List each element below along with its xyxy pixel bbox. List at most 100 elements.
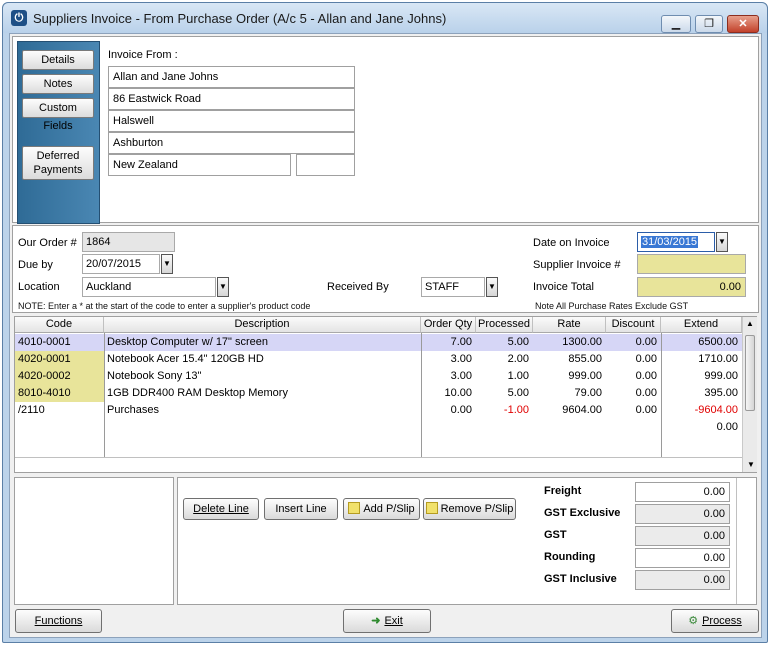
grid-scrollbar[interactable]: ▲ ▼ [742, 317, 757, 472]
cell-rate[interactable]: 1300.00 [533, 334, 606, 351]
delete-line-label: Delete Line [193, 503, 249, 515]
address-line-3[interactable]: Halswell [108, 110, 355, 132]
deferred-payments-button[interactable]: Deferred Payments [22, 146, 94, 180]
cell-order-qty[interactable]: 3.00 [421, 351, 476, 368]
received-by-label: Received By [327, 281, 389, 293]
col-header-code[interactable]: Code [15, 317, 104, 333]
add-pslip-button[interactable]: Add P/Slip [343, 498, 420, 520]
date-on-invoice-field[interactable]: 31/03/2015 [637, 232, 715, 252]
cell-code[interactable]: 4020-0002 [15, 368, 104, 385]
address-line-2[interactable]: 86 Eastwick Road [108, 88, 355, 110]
due-by-field[interactable]: 20/07/2015 [82, 254, 160, 274]
delete-line-button[interactable]: Delete Line [183, 498, 259, 520]
process-button[interactable]: ⚙ Process [671, 609, 759, 633]
scroll-thumb[interactable] [745, 335, 755, 411]
address-line-5[interactable]: New Zealand [108, 154, 291, 176]
cell-description[interactable]: Desktop Computer w/ 17" screen [104, 334, 421, 351]
address-line-1[interactable]: Allan and Jane Johns [108, 66, 355, 88]
cell-discount[interactable]: 0.00 [606, 334, 661, 351]
cell-description[interactable]: 1GB DDR400 RAM Desktop Memory [104, 385, 421, 402]
gst-exclusive-field: 0.00 [635, 504, 730, 524]
cell-order-qty[interactable]: 10.00 [421, 385, 476, 402]
functions-button[interactable]: Functions [15, 609, 102, 633]
cell-processed[interactable]: 5.00 [476, 334, 533, 351]
cell-processed[interactable]: 2.00 [476, 351, 533, 368]
cell-extend[interactable]: 395.00 [661, 385, 742, 402]
cell-discount[interactable]: 0.00 [606, 351, 661, 368]
scroll-up-icon[interactable]: ▲ [746, 319, 754, 328]
remove-pslip-button[interactable]: Remove P/Slip [423, 498, 516, 520]
cell-discount[interactable]: 0.00 [606, 402, 661, 419]
location-dropdown-icon[interactable]: ▼ [217, 277, 229, 297]
col-header-description[interactable]: Description [104, 317, 421, 333]
bottom-left-panel [14, 477, 174, 605]
cell-code[interactable]: 4010-0001 [15, 334, 104, 351]
exit-button[interactable]: ➜ Exit [343, 609, 431, 633]
our-order-label: Our Order # [18, 237, 77, 249]
date-on-invoice-label: Date on Invoice [533, 237, 610, 249]
invoice-total-field[interactable]: 0.00 [637, 277, 746, 297]
cell-extend[interactable]: -9604.00 [661, 402, 742, 419]
date-on-invoice-value: 31/03/2015 [641, 236, 699, 248]
title-bar[interactable]: ⏻ Suppliers Invoice - From Purchase Orde… [3, 3, 767, 33]
cell-code[interactable]: 4020-0001 [15, 351, 104, 368]
scroll-down-icon[interactable]: ▼ [747, 460, 755, 469]
due-by-dropdown-icon[interactable]: ▼ [161, 254, 173, 274]
cell-code[interactable]: 8010-4010 [15, 385, 104, 402]
gst-note: Note All Purchase Rates Exclude GST [535, 301, 689, 311]
cell-rate[interactable]: 855.00 [533, 351, 606, 368]
deferred-label: Deferred [36, 150, 80, 162]
close-icon[interactable]: ✕ [727, 15, 759, 33]
cell-code[interactable]: /2110 [15, 402, 104, 419]
cell-discount[interactable]: 0.00 [606, 368, 661, 385]
received-by-dropdown-icon[interactable]: ▼ [486, 277, 498, 297]
rounding-field[interactable]: 0.00 [635, 548, 730, 568]
location-label: Location [18, 281, 60, 293]
col-header-extend[interactable]: Extend [661, 317, 742, 333]
details-button[interactable]: Details [22, 50, 94, 70]
received-by-field[interactable]: STAFF [421, 277, 485, 297]
cell-rate[interactable]: 79.00 [533, 385, 606, 402]
our-order-field: 1864 [82, 232, 175, 252]
notes-button[interactable]: Notes [22, 74, 94, 94]
col-header-order-qty[interactable]: Order Qty [421, 317, 476, 333]
exit-icon: ➜ [371, 615, 381, 627]
minimize-icon[interactable]: ▁ [661, 15, 691, 33]
bottom-right-panel: Delete Line Insert Line Add P/Slip Remov… [177, 477, 757, 605]
gst-inclusive-field: 0.00 [635, 570, 730, 590]
cell-description[interactable]: Notebook Sony 13" [104, 368, 421, 385]
cell-description[interactable]: Purchases [104, 402, 421, 419]
cell-processed[interactable]: -1.00 [476, 402, 533, 419]
client-area: Details Notes Custom Fields Deferred Pay… [9, 33, 762, 638]
power-icon: ⏻ [11, 10, 27, 26]
custom-fields-button[interactable]: Custom Fields [22, 98, 94, 132]
date-dropdown-icon[interactable]: ▼ [716, 232, 728, 252]
col-header-discount[interactable]: Discount [606, 317, 661, 333]
location-field[interactable]: Auckland [82, 277, 216, 297]
cell-discount[interactable]: 0.00 [606, 385, 661, 402]
cell-extend[interactable]: 6500.00 [661, 334, 742, 351]
col-header-processed[interactable]: Processed [476, 317, 533, 333]
cell-extend[interactable]: 999.00 [661, 368, 742, 385]
cell-order-qty[interactable]: 7.00 [421, 334, 476, 351]
cell-description[interactable]: Notebook Acer 15.4" 120GB HD [104, 351, 421, 368]
postcode-field[interactable] [296, 154, 355, 176]
exit-label: Exit [384, 615, 403, 627]
address-line-4[interactable]: Ashburton [108, 132, 355, 154]
col-header-rate[interactable]: Rate [533, 317, 606, 333]
invoice-from-label: Invoice From : [108, 49, 178, 61]
cell-order-qty[interactable]: 0.00 [421, 402, 476, 419]
cell-processed[interactable]: 1.00 [476, 368, 533, 385]
cell-processed[interactable]: 5.00 [476, 385, 533, 402]
cell-rate[interactable]: 999.00 [533, 368, 606, 385]
restore-icon[interactable]: ❐ [695, 15, 723, 33]
grid-bottom-line [15, 457, 742, 458]
insert-line-button[interactable]: Insert Line [264, 498, 338, 520]
cell-extend[interactable]: 1710.00 [661, 351, 742, 368]
freight-field[interactable]: 0.00 [635, 482, 730, 502]
cell-order-qty[interactable]: 3.00 [421, 368, 476, 385]
order-details-panel: Our Order # 1864 Due by 20/07/2015 ▼ Loc… [12, 225, 759, 313]
cell-rate[interactable]: 9604.00 [533, 402, 606, 419]
supplier-invoice-field[interactable] [637, 254, 746, 274]
process-label: Process [702, 615, 742, 627]
